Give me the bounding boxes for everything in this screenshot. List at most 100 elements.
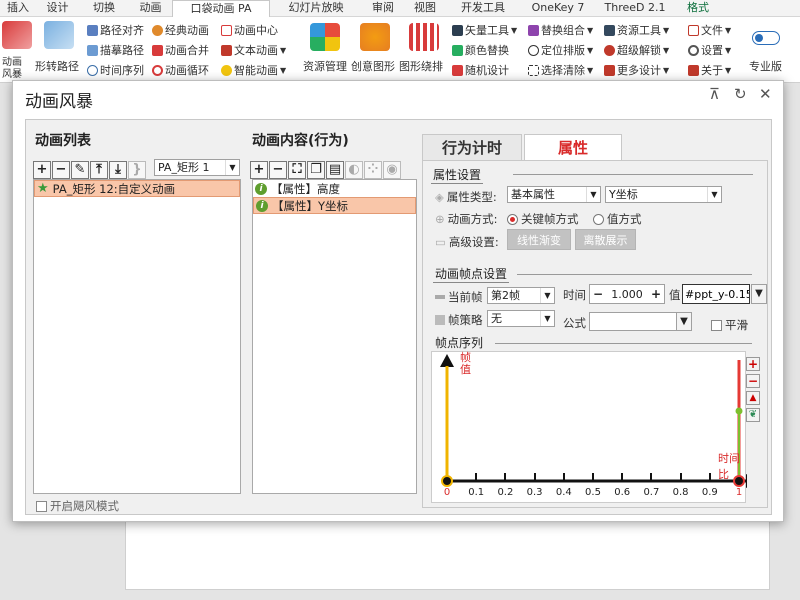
split-icon[interactable]: ⁘ (364, 160, 382, 179)
smooth-checkbox[interactable]: 平滑 (711, 317, 748, 333)
shape-to-path-button[interactable]: 形转路径 (35, 58, 79, 74)
add-icon[interactable]: + (33, 160, 51, 179)
anim-storm-button[interactable]: 动画风暴 (2, 57, 28, 81)
brush-icon[interactable]: ✎ (71, 160, 89, 179)
more-design-button[interactable]: 更多设计 ▼ (604, 62, 669, 78)
group-divider (517, 274, 752, 275)
plus-icon[interactable]: + (648, 287, 664, 301)
frame-icon (435, 295, 445, 299)
eye-icon[interactable]: ◉ (383, 160, 401, 179)
prop-attr-select[interactable]: Y坐标 ▼ (605, 186, 722, 203)
tab-design[interactable]: 设计 (36, 0, 79, 17)
frame-sequence-graph[interactable]: 帧值 时间比 0 0.1 0.2 0.3 0.4 0.5 0.6 0.7 0.8 0.9 1 (431, 351, 747, 503)
shape-arrange-button[interactable]: 图形绕排 (399, 58, 443, 74)
list-item[interactable]: i 【属性】高度 (253, 180, 416, 197)
ribbon-body: 动画风暴 形转路径 路径对齐 描摹路径 时间序列 经典动画 动画合并 动画循环 … (0, 17, 800, 83)
anim-center-button[interactable]: 动画中心 (221, 22, 278, 38)
path-align-button[interactable]: 路径对齐 (87, 22, 144, 38)
tab-onekey[interactable]: OneKey 7 (520, 0, 596, 17)
time-stepper[interactable]: − 1.000 + (589, 284, 665, 304)
anim-list-dropdown[interactable]: PA_矩形 1 ▼ (154, 159, 240, 176)
chevron-down-icon: ▼ (586, 187, 600, 202)
file-button[interactable]: 文件 ▼ (688, 22, 731, 38)
discrete-button[interactable]: 离散展示 (575, 229, 636, 250)
creative-shape-button[interactable]: 创意图形 (351, 58, 395, 74)
super-unlock-button[interactable]: 超级解锁 ▼ (604, 42, 669, 58)
add-icon[interactable]: + (250, 160, 268, 179)
tab-developer[interactable]: 开发工具 (446, 0, 520, 17)
list-item[interactable]: i 【属性】Y坐标 (253, 197, 416, 214)
list-item[interactable]: ★ PA_矩形 12:自定义动画 (34, 180, 240, 197)
move-top-icon[interactable]: ⤒ (90, 160, 108, 179)
draw-path-icon (87, 44, 98, 56)
text-anim-icon (221, 44, 232, 56)
value-input[interactable] (682, 284, 750, 304)
color-replace-button[interactable]: 颜色替换 (452, 42, 509, 58)
tab-format[interactable]: 格式 (674, 0, 722, 17)
tab-view[interactable]: 视图 (404, 0, 446, 17)
pro-version-toggle[interactable] (752, 31, 780, 45)
bracket-icon[interactable]: } (128, 160, 146, 179)
resource-manager-button[interactable]: 资源管理 (303, 58, 347, 74)
add-frame-button[interactable]: + (746, 357, 760, 371)
random-design-button[interactable]: 随机设计 (452, 62, 509, 78)
expand-icon[interactable]: ⛶ (288, 160, 306, 179)
classic-anim-button[interactable]: 经典动画 (152, 22, 209, 38)
remove-frame-button[interactable]: − (746, 374, 760, 388)
radio-keyframe[interactable]: 关键帧方式 (507, 211, 579, 227)
radio-value[interactable]: 值方式 (593, 211, 642, 227)
info-icon: i (256, 199, 268, 212)
anim-storm-icon[interactable] (2, 21, 32, 49)
shape-arrange-icon[interactable] (409, 23, 439, 51)
vector-tool-button[interactable]: 矢量工具 ▼ (452, 22, 517, 38)
prop-type-select[interactable]: 基本属性 ▼ (507, 186, 601, 203)
anim-loop-button[interactable]: 动画循环 (152, 62, 209, 78)
tab-threed[interactable]: ThreeD 2.1 (596, 0, 674, 17)
leaf-icon[interactable]: ❦ (746, 408, 760, 422)
resource-tool-button[interactable]: 资源工具 ▼ (604, 22, 669, 38)
position-layout-button[interactable]: 定位排版 ▼ (528, 42, 593, 58)
creative-shape-icon[interactable] (360, 23, 390, 51)
tab-slideshow[interactable]: 幻灯片放映 (270, 0, 362, 17)
anim-merge-button[interactable]: 动画合并 (152, 42, 209, 58)
tab-transitions[interactable]: 切换 (79, 0, 129, 17)
select-clear-button[interactable]: 选择清除 ▼ (528, 62, 593, 78)
remove-icon[interactable]: − (52, 160, 70, 179)
shape-to-path-icon[interactable] (44, 21, 74, 49)
close-icon[interactable]: ✕ (759, 85, 772, 103)
chevron-down-icon[interactable]: ▼ (676, 312, 692, 331)
strategy-select[interactable]: 无 ▼ (487, 310, 555, 327)
tab-animations[interactable]: 动画 (129, 0, 172, 17)
copy-icon[interactable]: ❐ (307, 160, 325, 179)
anim-merge-label: 动画合并 (165, 44, 209, 57)
about-button[interactable]: 关于 ▼ (688, 62, 731, 78)
tab-pocket-animation[interactable]: 口袋动画 PA (172, 0, 270, 17)
tab-properties[interactable]: 属性 (524, 134, 622, 160)
pin-icon[interactable]: ⊼ (709, 85, 720, 103)
move-bottom-icon[interactable]: ⤓ (109, 160, 127, 179)
settings-button[interactable]: 设置 ▼ (688, 42, 731, 58)
contrast-icon[interactable]: ◐ (345, 160, 363, 179)
linear-gradient-button[interactable]: 线性渐变 (507, 229, 571, 250)
smart-anim-button[interactable]: 智能动画 ▼ (221, 62, 286, 78)
tab-timing[interactable]: 行为计时 (422, 134, 522, 160)
current-frame-select[interactable]: 第2帧 ▼ (487, 287, 555, 304)
timeline-button[interactable]: 时间序列 (87, 62, 144, 78)
select-clear-icon (528, 64, 539, 76)
tab-insert[interactable]: 插入 (0, 0, 36, 17)
pro-version-label: 专业版 (749, 60, 782, 73)
resource-manager-icon[interactable] (310, 23, 340, 51)
refresh-icon[interactable]: ↻ (734, 85, 747, 103)
draw-path-button[interactable]: 描摹路径 (87, 42, 144, 58)
replace-combo-button[interactable]: 替换组合 ▼ (528, 22, 593, 38)
bell-icon[interactable]: ▲ (746, 391, 760, 405)
chevron-down-icon[interactable]: ▼ (751, 284, 767, 304)
remove-icon[interactable]: − (269, 160, 287, 179)
tick-mark (592, 473, 594, 481)
text-anim-button[interactable]: 文本动画 ▼ (221, 42, 286, 58)
tab-review[interactable]: 审阅 (362, 0, 404, 17)
minus-icon[interactable]: − (590, 287, 606, 301)
time-value[interactable]: 1.000 (606, 288, 648, 301)
paste-icon[interactable]: ▤ (326, 160, 344, 179)
storm-mode-checkbox[interactable]: 开启飓风模式 (36, 498, 119, 514)
